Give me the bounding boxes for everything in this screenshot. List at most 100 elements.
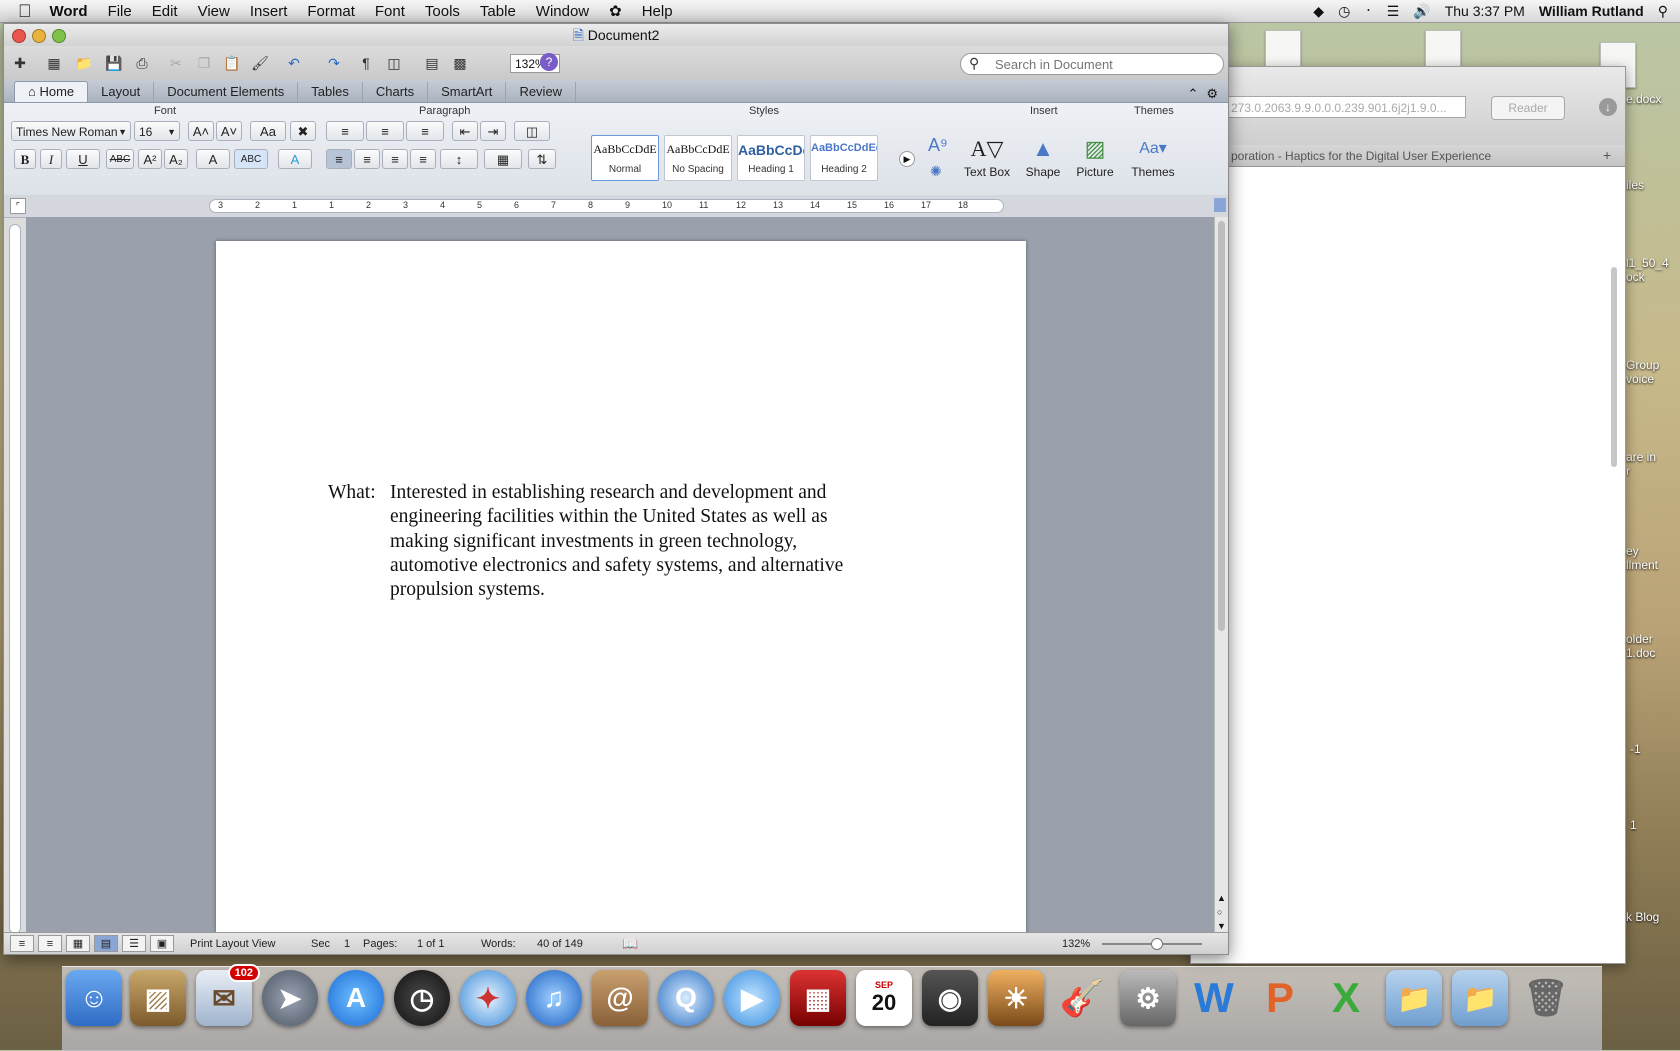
full-screen-view-button[interactable]: ▣: [150, 935, 174, 952]
preview-icon[interactable]: ▨: [130, 970, 186, 1026]
manage-styles-icon[interactable]: A⁹: [928, 135, 948, 156]
search-input[interactable]: [993, 56, 1217, 73]
templates-icon[interactable]: ▦: [44, 53, 64, 73]
desktop-label[interactable]: Group voice: [1626, 358, 1659, 386]
reader-button[interactable]: Reader: [1491, 96, 1565, 120]
dropbox-icon[interactable]: ◆: [1313, 3, 1324, 20]
calendar-icon[interactable]: SEP 20: [856, 970, 912, 1026]
document-area[interactable]: What: Interested in establishing researc…: [26, 217, 1222, 942]
word-window[interactable]: 🗎 Document2 ✚ ▦ 📁 💾 ⎙ ✂ ❐ 📋 🖌 ↶ ↷ ¶ ◫ ▤ …: [3, 23, 1229, 955]
font-color-icon[interactable]: A: [196, 149, 230, 169]
desktop-label[interactable]: iles: [1626, 178, 1644, 192]
finder-icon[interactable]: ☺: [66, 970, 122, 1026]
text-effects-icon[interactable]: A: [278, 149, 312, 169]
sidebar-icon[interactable]: ◫: [384, 53, 404, 73]
help-icon[interactable]: ?: [540, 53, 558, 71]
system-preferences-icon[interactable]: ⚙: [1120, 970, 1176, 1026]
new-tab-icon[interactable]: +: [1603, 147, 1611, 163]
tab-charts[interactable]: Charts: [363, 82, 429, 102]
menu-edit[interactable]: Edit: [142, 3, 188, 20]
iphoto-icon[interactable]: ☀: [988, 970, 1044, 1026]
browser-tab[interactable]: poration - Haptics for the Digital User …: [1191, 145, 1625, 167]
highlight-icon[interactable]: ABC: [234, 149, 268, 169]
undo-icon[interactable]: ↶: [284, 53, 304, 73]
excel-icon[interactable]: X: [1318, 970, 1374, 1026]
shrink-font-icon[interactable]: A˅: [216, 121, 242, 141]
justify-icon[interactable]: ≡: [410, 149, 436, 169]
address-book-icon[interactable]: @: [592, 970, 648, 1026]
tab-tables[interactable]: Tables: [298, 82, 363, 102]
outline-view-button[interactable]: ≡: [38, 935, 62, 952]
bullets-icon[interactable]: ≡: [326, 121, 364, 141]
download-icon[interactable]: ↓: [1599, 98, 1617, 116]
app-store-icon[interactable]: A: [328, 970, 384, 1026]
zoom-slider-knob[interactable]: [1151, 938, 1163, 950]
tab-smartart[interactable]: SmartArt: [428, 82, 507, 102]
desktop-label[interactable]: older 1.doc: [1626, 632, 1655, 660]
decrease-indent-icon[interactable]: ⇤: [452, 121, 478, 141]
cut-icon[interactable]: ✂: [166, 53, 186, 73]
menu-table[interactable]: Table: [470, 3, 526, 20]
print-layout-view-button[interactable]: ▤: [94, 935, 118, 952]
redo-icon[interactable]: ↷: [324, 53, 344, 73]
text-box-button[interactable]: A▽ Text Box: [960, 133, 1014, 179]
open-icon[interactable]: 📁: [74, 53, 94, 73]
menu-font[interactable]: Font: [365, 3, 415, 20]
align-left-icon[interactable]: ≡: [326, 149, 352, 169]
save-icon[interactable]: 💾: [104, 53, 124, 73]
browser-scrollbar[interactable]: [1611, 267, 1617, 467]
italic-button[interactable]: I: [40, 149, 62, 169]
desktop-label[interactable]: k Blog: [1626, 910, 1659, 924]
apple-menu-icon[interactable]: : [0, 1, 40, 22]
paste-icon[interactable]: 📋: [222, 53, 242, 73]
font-name-field[interactable]: Times New Roman ▼: [11, 121, 131, 141]
quicktime-icon[interactable]: Q: [658, 970, 714, 1026]
spelling-status-icon[interactable]: 📖: [622, 936, 638, 952]
print-icon[interactable]: ⎙: [132, 53, 152, 73]
scroll-thumb[interactable]: [1218, 221, 1225, 631]
copy-icon[interactable]: ❐: [194, 53, 214, 73]
picture-button[interactable]: ▨ Picture: [1068, 133, 1122, 179]
format-painter-icon[interactable]: 🖌: [250, 53, 270, 73]
vertical-scrollbar[interactable]: ▲ ○ ▼: [1214, 217, 1228, 942]
style-no-spacing[interactable]: AaBbCcDdE No Spacing: [664, 135, 732, 181]
search-box[interactable]: ⚲: [960, 53, 1224, 75]
document-page[interactable]: What: Interested in establishing researc…: [216, 241, 1026, 942]
publishing-view-button[interactable]: ▦: [66, 935, 90, 952]
menu-help[interactable]: Help: [632, 3, 683, 20]
sort-icon[interactable]: ⇅: [528, 149, 556, 169]
script-menu-icon[interactable]: ✿: [599, 2, 632, 20]
subscript-button[interactable]: A₂: [164, 149, 188, 169]
clock[interactable]: Thu 3:37 PM: [1445, 3, 1525, 19]
tab-layout[interactable]: Layout: [88, 82, 155, 102]
photo-booth-icon[interactable]: ▦: [790, 970, 846, 1026]
documents-folder-icon[interactable]: 📁: [1452, 970, 1508, 1026]
themes-button[interactable]: Aa▾ Themes: [1126, 133, 1180, 179]
messages-icon[interactable]: ▶: [724, 970, 780, 1026]
tab-review[interactable]: Review: [506, 82, 577, 102]
volume-icon[interactable]: 🔊: [1413, 3, 1430, 20]
change-case-icon[interactable]: Aa: [250, 121, 286, 141]
vertical-ruler[interactable]: [9, 224, 21, 934]
collapse-ribbon-icon[interactable]: ⌃: [1187, 86, 1206, 102]
safari-icon[interactable]: ✦: [460, 970, 516, 1026]
itunes-icon[interactable]: ♫: [526, 970, 582, 1026]
address-bar[interactable]: 273.0.2063.9.9.0.0.0.239.901.6j2j1.9.0..…: [1191, 96, 1466, 118]
spotlight-icon[interactable]: ⚲: [1658, 3, 1668, 20]
launchpad-icon[interactable]: ➤: [262, 970, 318, 1026]
powerpoint-icon[interactable]: P: [1252, 970, 1308, 1026]
browser-window[interactable]: 273.0.2063.9.9.0.0.0.239.901.6j2j1.9.0..…: [1190, 66, 1626, 964]
word-dock-icon[interactable]: W: [1186, 970, 1242, 1026]
shape-button[interactable]: ▲ Shape: [1016, 133, 1070, 179]
close-button[interactable]: [12, 29, 26, 43]
horizontal-ruler[interactable]: 3 2 1 1 2 3 4 5 6 7 8 9 10 11 12 13 14 15 16 17 18: [209, 199, 1004, 213]
underline-button[interactable]: U: [66, 149, 100, 169]
paragraph-text[interactable]: Interested in establishing research and …: [390, 481, 870, 602]
style-heading-2[interactable]: AaBbCcDdEe Heading 2: [810, 135, 878, 181]
superscript-button[interactable]: A²: [138, 149, 162, 169]
bluetooth-icon[interactable]: ᛫: [1364, 3, 1372, 19]
align-center-icon[interactable]: ≡: [354, 149, 380, 169]
desktop-label[interactable]: e.docx: [1626, 92, 1661, 106]
draft-view-button[interactable]: ≡: [10, 935, 34, 952]
desktop-label[interactable]: are in r: [1626, 450, 1656, 478]
